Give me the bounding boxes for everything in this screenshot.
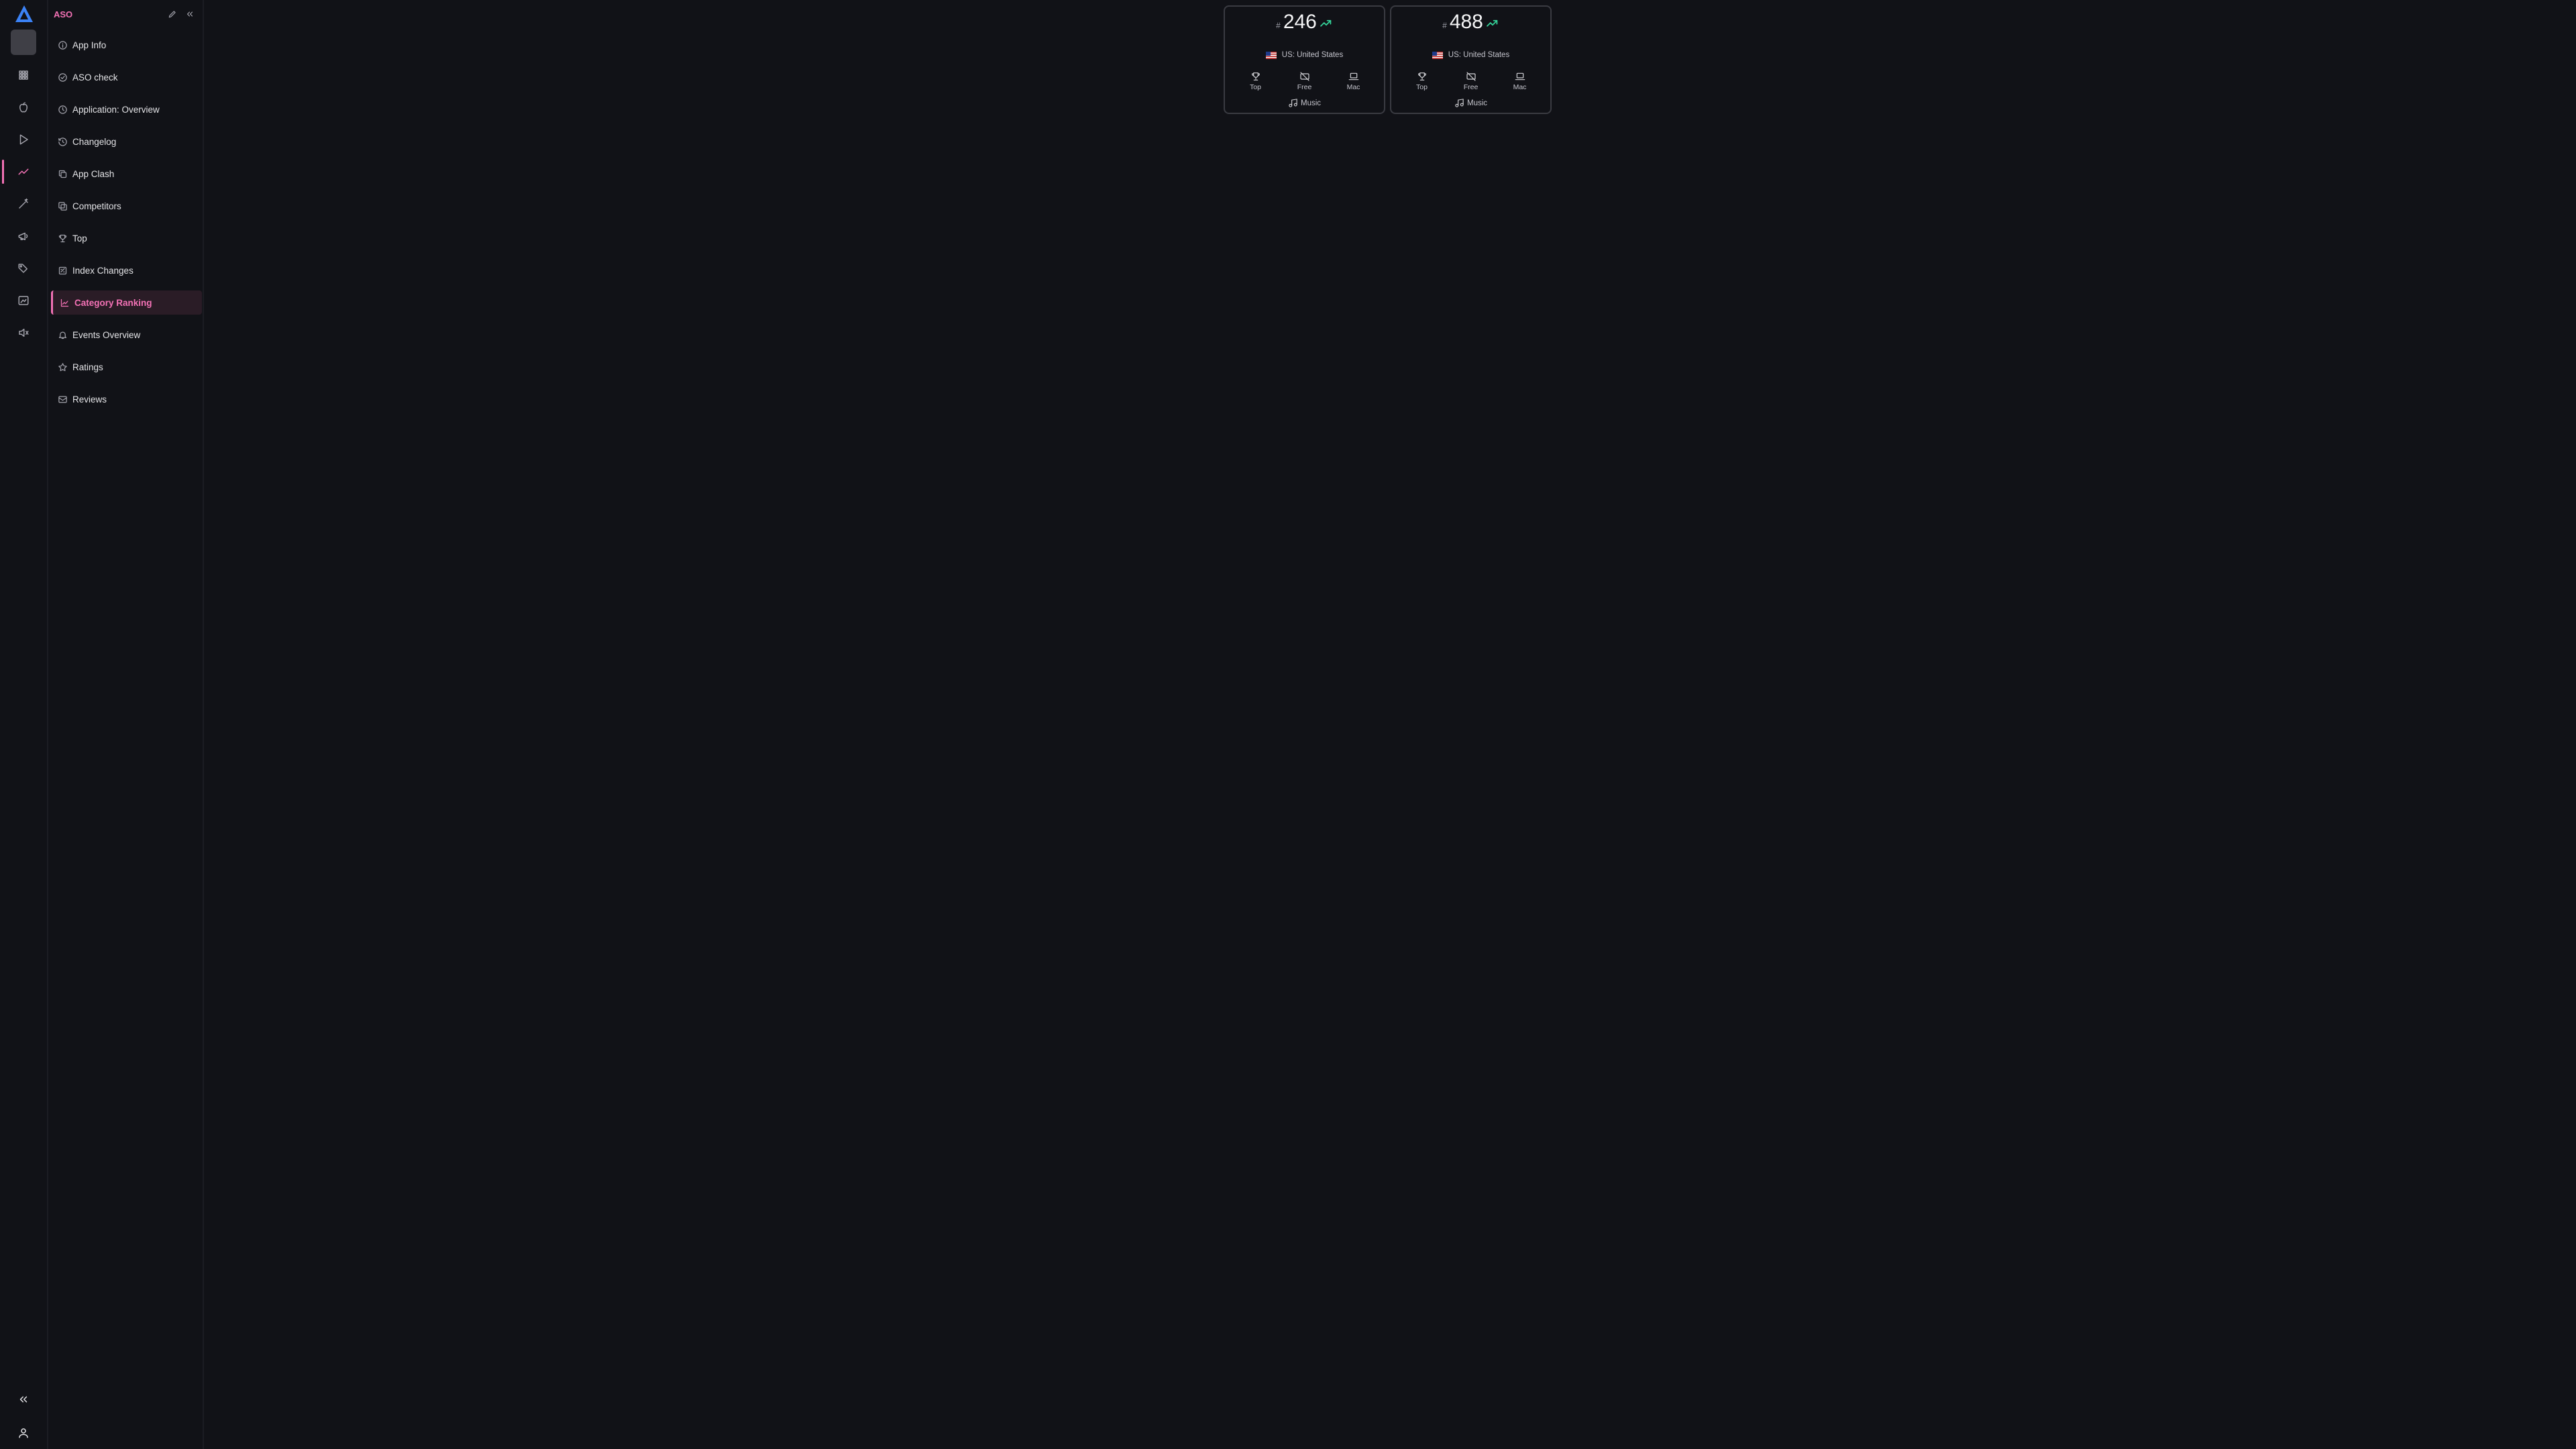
trophy-icon (1251, 72, 1260, 80)
nav-label: Ratings (72, 362, 103, 372)
collapse-sidebar-icon[interactable] (185, 9, 195, 19)
filter-label: Free (1297, 83, 1312, 91)
country-label: US: United States (1225, 51, 1384, 59)
free-icon (1299, 72, 1309, 81)
filter-free: Free (1446, 71, 1495, 91)
megaphone-icon[interactable] (0, 221, 47, 251)
laptop-icon (1515, 72, 1525, 80)
genre-label: Music (1391, 98, 1550, 108)
tags-icon[interactable] (0, 254, 47, 283)
nav-label: App Info (72, 40, 107, 50)
compare-icon (58, 201, 67, 211)
rank-hash: # (1442, 21, 1447, 30)
nav-label: ASO check (72, 72, 118, 83)
us-flag-icon (1265, 51, 1277, 59)
country-name: US: United States (1281, 51, 1344, 59)
apple-icon[interactable] (0, 93, 47, 122)
trophy-icon (1417, 72, 1426, 80)
image-report-icon[interactable] (0, 286, 47, 315)
user-profile-button[interactable] (7, 1418, 40, 1448)
rank-hash: # (1276, 21, 1281, 30)
nav-label: Events Overview (72, 329, 141, 340)
nav-label: App Clash (72, 168, 115, 179)
bell-icon (58, 331, 66, 339)
filter-mac: Mac (1329, 71, 1378, 91)
logo-icon[interactable] (14, 4, 34, 24)
filter-top: Top (1231, 71, 1280, 91)
nav-aso-check[interactable]: ASO check (51, 65, 200, 89)
copy-icon (58, 170, 66, 178)
filter-label: Mac (1513, 83, 1527, 91)
aso-sidebar: ASO App Info ASO check Application: Over… (48, 0, 204, 1449)
nav-index-changes[interactable]: Index Changes (51, 258, 200, 282)
nav-competitors[interactable]: Competitors (51, 194, 200, 218)
nav-ratings[interactable]: Ratings (51, 355, 200, 379)
filter-label: Top (1250, 83, 1261, 91)
icon-rail (0, 0, 48, 1449)
filter-free: Free (1280, 71, 1329, 91)
genre-name: Music (1466, 99, 1488, 107)
nav-app-clash[interactable]: App Clash (51, 162, 200, 186)
history-icon (58, 137, 67, 146)
edit-icon[interactable] (168, 9, 177, 19)
rank-display: # 488 (1391, 11, 1550, 34)
trend-up-icon (1486, 19, 1498, 27)
sidebar-header: ASO (54, 7, 196, 21)
nav-label: Application: Overview (72, 104, 160, 115)
trend-up-icon (1320, 19, 1332, 27)
chevrons-left-icon (19, 1396, 28, 1403)
trophy-icon (58, 234, 66, 242)
speaker-icon[interactable] (0, 318, 47, 347)
message-icon (58, 396, 67, 402)
nav-events-overview[interactable]: Events Overview (51, 323, 200, 347)
nav-top[interactable]: Top (51, 226, 200, 250)
ranking-card[interactable]: # 246 US: United States Top Free Mac Mus… (1224, 5, 1385, 114)
ranking-card[interactable]: # 488 US: United States Top Free Mac Mus… (1390, 5, 1552, 114)
country-name: US: United States (1448, 51, 1510, 59)
sidebar-title: ASO (54, 9, 73, 19)
filter-top: Top (1397, 71, 1446, 91)
nav-label: Top (72, 233, 87, 244)
music-icon (1455, 99, 1464, 107)
filter-mac: Mac (1495, 71, 1544, 91)
clock-icon (58, 105, 67, 114)
genre-label: Music (1225, 98, 1384, 108)
nav-label: Changelog (72, 136, 117, 147)
music-icon (1289, 99, 1297, 107)
nav-category-ranking[interactable]: Category Ranking (51, 290, 202, 315)
wand-icon[interactable] (0, 189, 47, 219)
user-icon (19, 1428, 28, 1438)
star-icon (58, 362, 67, 371)
nav-label: Competitors (72, 201, 121, 211)
filter-label: Mac (1346, 83, 1360, 91)
index-icon (58, 266, 66, 274)
nav-app-info[interactable]: App Info (51, 33, 200, 57)
country-label: US: United States (1391, 51, 1550, 59)
laptop-icon (1348, 72, 1358, 80)
nav-label: Category Ranking (74, 297, 152, 308)
rank-display: # 246 (1225, 11, 1384, 34)
us-flag-icon (1432, 51, 1443, 59)
nav-application-overview[interactable]: Application: Overview (51, 97, 200, 121)
trending-line-icon[interactable] (0, 157, 47, 186)
rank-value: 488 (1449, 11, 1483, 33)
check-circle-icon (58, 72, 67, 82)
play-store-icon[interactable] (0, 125, 47, 154)
nav-label: Index Changes (72, 265, 133, 276)
nav-label: Reviews (72, 394, 107, 405)
nav-reviews[interactable]: Reviews (51, 387, 200, 411)
chart-icon (60, 299, 68, 307)
genre-name: Music (1300, 99, 1322, 107)
ranking-filters: Top Free Mac (1225, 71, 1384, 91)
ranking-filters: Top Free Mac (1391, 71, 1550, 91)
filter-label: Free (1463, 83, 1479, 91)
free-icon (1466, 72, 1476, 81)
filter-label: Top (1416, 83, 1428, 91)
info-icon (58, 40, 67, 50)
rank-value: 246 (1283, 11, 1317, 33)
apps-grid-icon[interactable] (0, 60, 47, 90)
app-avatar[interactable] (11, 30, 36, 55)
nav-changelog[interactable]: Changelog (51, 129, 200, 154)
collapse-rail-button[interactable] (7, 1385, 40, 1414)
